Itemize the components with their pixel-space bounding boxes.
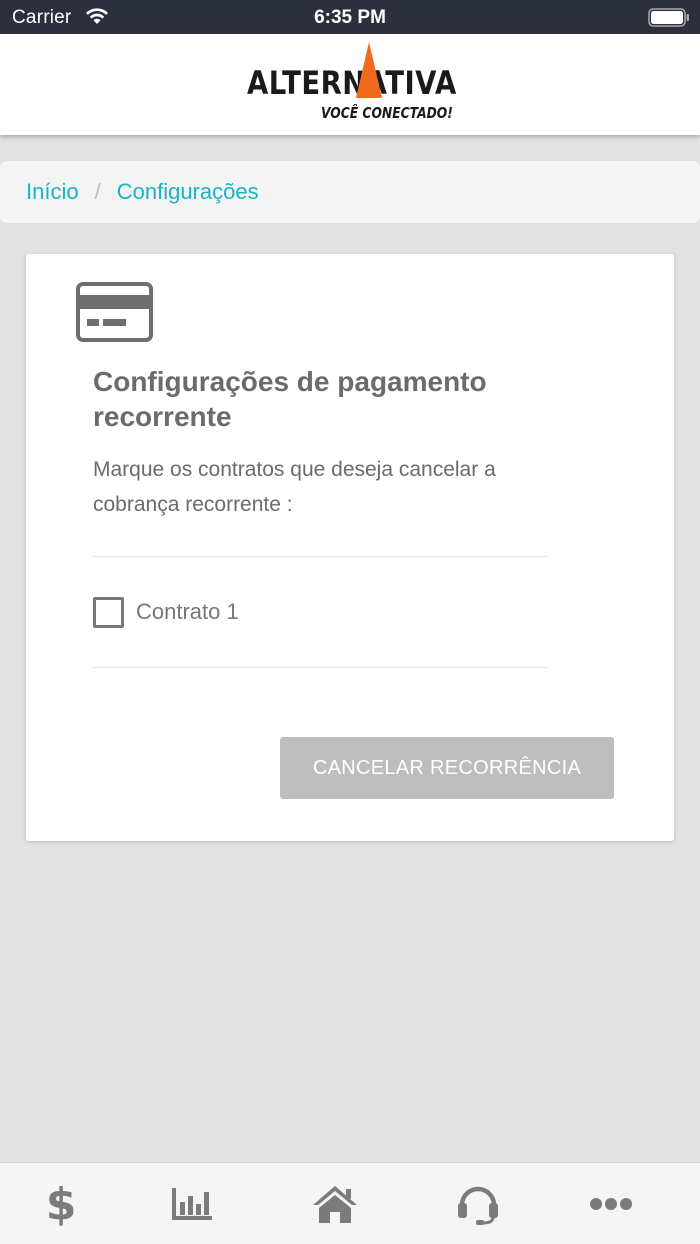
tab-financial[interactable]: $: [11, 1163, 111, 1244]
breadcrumb-settings-link[interactable]: Configurações: [117, 179, 259, 205]
status-bar: Carrier 6:35 PM: [0, 0, 700, 34]
card-description: Marque os contratos que deseja cancelar …: [93, 458, 496, 516]
contract-checkbox[interactable]: [93, 596, 124, 628]
contract-checkbox-row[interactable]: Contrato 1: [93, 596, 239, 628]
recurring-payment-card: Configurações de pagamento recorrente Ma…: [26, 254, 674, 841]
battery-icon: [648, 8, 689, 27]
tab-more[interactable]: [561, 1163, 661, 1244]
logo-tagline: VOCÊ CONECTADO!: [321, 104, 453, 122]
brand-logo[interactable]: ALTERNATIVA VOCÊ CONECTADO!: [247, 42, 457, 130]
tab-support[interactable]: [428, 1163, 528, 1244]
bar-chart-icon: [172, 1188, 212, 1220]
logo-text: ALTERNATIVA: [247, 64, 457, 102]
card-title: Configurações de pagamento recorrente: [93, 366, 487, 432]
status-time: 6:35 PM: [314, 7, 386, 28]
breadcrumb-separator: /: [94, 179, 101, 204]
headset-icon: [458, 1186, 498, 1225]
tab-home[interactable]: [285, 1163, 385, 1244]
logo-accent-triangle: [356, 42, 382, 98]
cancel-recurrence-button[interactable]: CANCELAR RECORRÊNCIA: [280, 737, 614, 799]
breadcrumb-home-link[interactable]: Início: [26, 179, 79, 205]
dollar-icon: $: [45, 1178, 77, 1230]
divider: [93, 556, 548, 557]
app-header: ALTERNATIVA VOCÊ CONECTADO!: [0, 34, 700, 135]
more-icon: [590, 1198, 632, 1210]
home-icon: [313, 1186, 357, 1223]
bottom-tab-bar: $: [0, 1162, 700, 1244]
tab-consumption[interactable]: [142, 1163, 242, 1244]
contract-label: Contrato 1: [136, 599, 239, 624]
credit-card-icon: [76, 282, 153, 342]
breadcrumb: Início / Configurações: [0, 161, 700, 223]
divider: [93, 667, 548, 668]
